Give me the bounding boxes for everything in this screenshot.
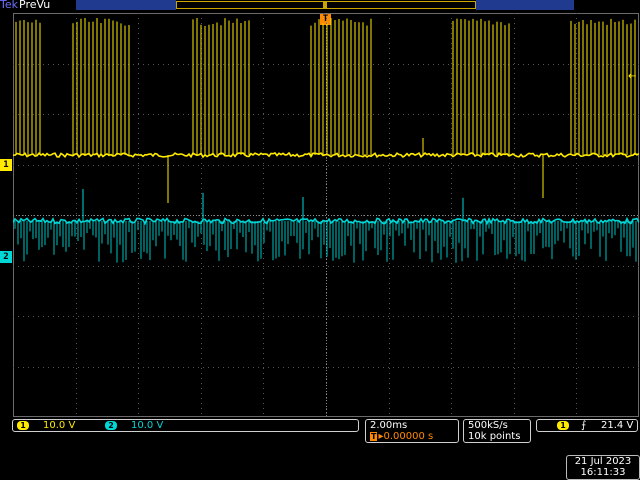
trigger-source-badge: 1	[557, 421, 569, 430]
channel-2-trace	[13, 189, 639, 263]
channel-2-badge: 2	[105, 421, 117, 430]
timebase-readout[interactable]: 2.00ms T ▸0.00000 s	[365, 419, 459, 443]
channel-2-ground-marker[interactable]: 2	[0, 251, 12, 263]
brand-logo: Tek	[0, 0, 18, 11]
trigger-icon: T	[370, 432, 378, 441]
channel-1-badge: 1	[17, 421, 29, 430]
waveform-display	[13, 13, 639, 417]
graticule-grid	[13, 13, 639, 417]
date-time-display: 21 Jul 2023 16:11:33	[566, 455, 640, 480]
trigger-level: 21.4 V	[601, 420, 634, 431]
record-view-right-strip	[476, 0, 574, 10]
rising-edge-icon: ⨍	[581, 420, 587, 431]
channel-scale-readout[interactable]: 1 10.0 V 2 10.0 V	[12, 419, 359, 432]
acquisition-mode: PreVu	[19, 0, 51, 11]
brand-label: TekPreVu	[0, 0, 50, 11]
channel-2-baseline	[13, 216, 639, 226]
horizontal-offset: 0.00000 s	[383, 431, 434, 442]
record-view-trigger-marker	[323, 2, 327, 8]
trigger-level-arrow-icon[interactable]: ←	[628, 72, 638, 82]
record-length: 10k points	[468, 431, 521, 442]
channel-1-ground-marker[interactable]: 1	[0, 159, 12, 171]
sample-rate: 500kS/s	[468, 420, 508, 431]
channel-2-scale: 10.0 V	[131, 420, 164, 431]
trigger-readout[interactable]: 1 ⨍ 21.4 V	[536, 419, 638, 432]
time-label: 16:11:33	[580, 467, 626, 478]
date-label: 21 Jul 2023	[574, 456, 632, 467]
acquisition-readout[interactable]: 500kS/s 10k points	[463, 419, 531, 443]
waveform-graticule	[13, 13, 639, 417]
top-status-bar: TekPreVu	[0, 0, 640, 12]
record-view-left-strip	[76, 0, 176, 10]
horizontal-scale: 2.00ms	[370, 420, 408, 431]
channel-1-scale: 10.0 V	[43, 420, 76, 431]
record-view-bar	[176, 1, 476, 9]
